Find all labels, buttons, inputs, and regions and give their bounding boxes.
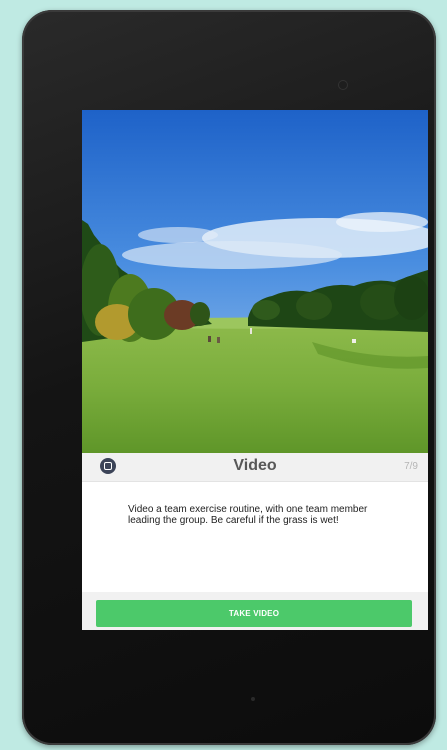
task-photo — [82, 110, 428, 453]
action-footer: TAKE VIDEO — [82, 592, 428, 630]
front-camera — [339, 81, 347, 89]
task-title: Video — [233, 457, 277, 474]
task-content: Video a team exercise routine, with one … — [82, 482, 428, 592]
take-video-button[interactable]: TAKE VIDEO — [96, 600, 412, 627]
task-progress-counter: 7/9 — [404, 461, 418, 472]
tablet-device: Video 7/9 Video a team exercise routine,… — [22, 10, 436, 745]
task-header: Video 7/9 — [82, 453, 428, 482]
task-description: Video a team exercise routine, with one … — [128, 504, 368, 526]
app-screen: Video 7/9 Video a team exercise routine,… — [82, 110, 428, 630]
device-sensor — [251, 697, 255, 701]
